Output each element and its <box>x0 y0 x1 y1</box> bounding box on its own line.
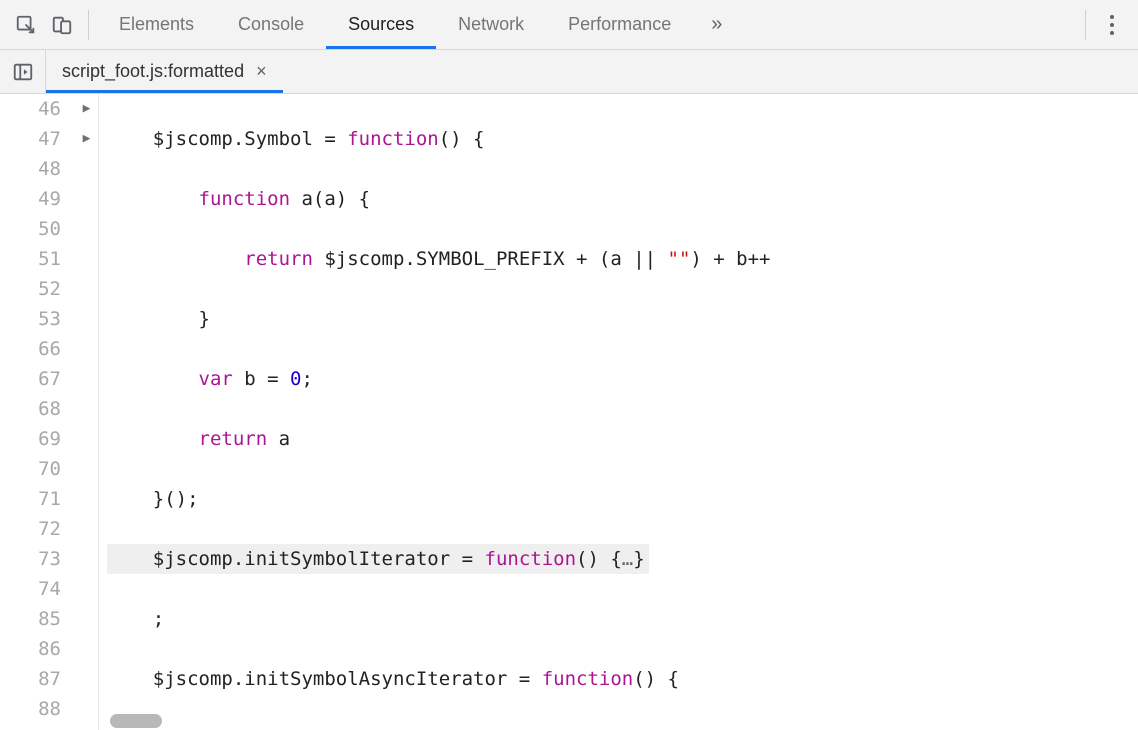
inspect-icon[interactable] <box>8 7 44 43</box>
file-tab-script-foot[interactable]: script_foot.js:formatted × <box>46 50 283 93</box>
devtools-tabs: Elements Console Sources Network Perform… <box>97 0 1077 49</box>
settings-menu-icon[interactable] <box>1094 7 1130 43</box>
fold-gutter: ▶ ▶ <box>75 94 99 730</box>
tab-sources[interactable]: Sources <box>326 0 436 49</box>
line-number-gutter: 46 47 48 49 50 51 52 53 66 67 68 69 70 7… <box>0 94 75 730</box>
tab-performance[interactable]: Performance <box>546 0 693 49</box>
show-navigator-icon[interactable] <box>0 50 46 93</box>
devtools-toolbar: Elements Console Sources Network Perform… <box>0 0 1138 50</box>
code-editor[interactable]: 46 47 48 49 50 51 52 53 66 67 68 69 70 7… <box>0 94 1138 730</box>
toolbar-divider <box>1085 10 1086 40</box>
toolbar-divider <box>88 10 89 40</box>
tab-console[interactable]: Console <box>216 0 326 49</box>
horizontal-scrollbar-thumb[interactable] <box>110 714 162 728</box>
tabs-overflow-icon[interactable]: » <box>693 0 740 49</box>
tab-network[interactable]: Network <box>436 0 546 49</box>
close-icon[interactable]: × <box>256 61 267 82</box>
device-toggle-icon[interactable] <box>44 7 80 43</box>
code-content[interactable]: $jscomp.Symbol = function() { function a… <box>99 94 1138 730</box>
file-tab-label: script_foot.js:formatted <box>62 61 244 82</box>
fold-toggle-icon[interactable]: ▶ <box>75 94 98 124</box>
fold-toggle-icon[interactable]: ▶ <box>75 124 98 154</box>
tab-elements[interactable]: Elements <box>97 0 216 49</box>
file-tabs-bar: script_foot.js:formatted × <box>0 50 1138 94</box>
